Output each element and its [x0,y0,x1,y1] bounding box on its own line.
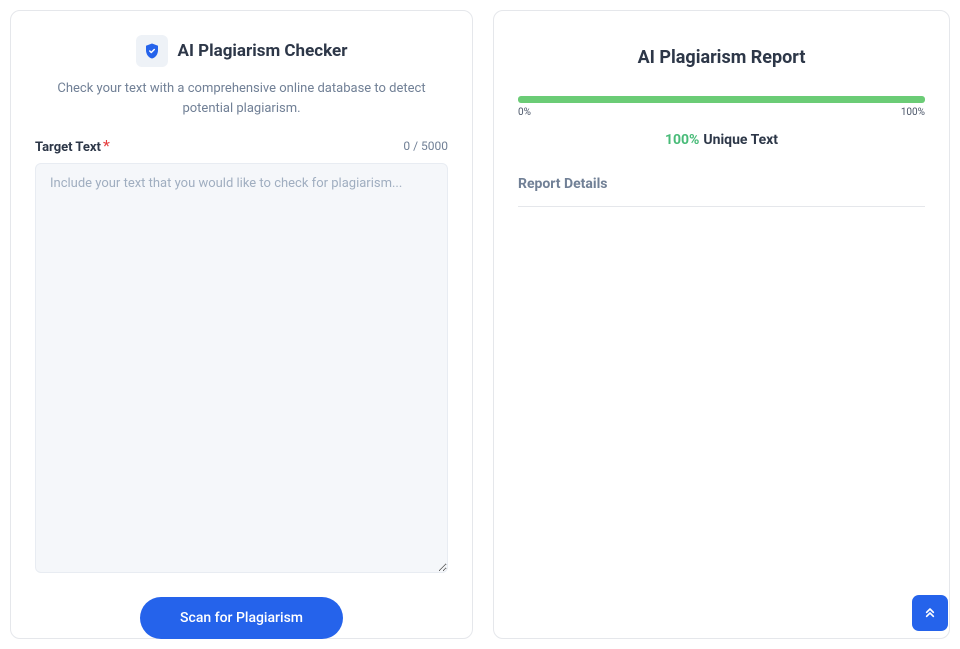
checker-title: AI Plagiarism Checker [178,41,348,61]
shield-check-icon [143,42,161,60]
button-row: Scan for Plagiarism [35,597,448,639]
char-count: 0 / 5000 [403,139,448,153]
report-details-title: Report Details [518,176,925,207]
progress-min-label: 0% [518,107,531,118]
checker-subtitle: Check your text with a comprehensive onl… [35,79,448,118]
unique-text-row: 100%Unique Text [518,132,925,148]
target-text-label-wrapper: Target Text* [35,136,110,155]
report-title: AI Plagiarism Report [518,47,925,68]
scroll-to-top-button[interactable] [912,595,948,631]
field-label-row: Target Text* 0 / 5000 [35,136,448,155]
progress-labels: 0% 100% [518,107,925,118]
chevron-double-up-icon [922,605,938,621]
scan-button[interactable]: Scan for Plagiarism [140,597,343,639]
shield-icon-box [136,35,168,67]
unique-percent: 100% [665,132,699,148]
unique-label: Unique Text [703,132,778,148]
progress-max-label: 100% [901,107,925,118]
progress-wrapper: 0% 100% [518,96,925,118]
checker-panel: AI Plagiarism Checker Check your text wi… [10,10,473,639]
required-indicator: * [103,136,110,155]
report-panel: AI Plagiarism Report 0% 100% 100%Unique … [493,10,950,639]
target-text-input[interactable] [35,163,448,573]
target-text-label: Target Text [35,140,101,155]
progress-bar [518,96,925,103]
checker-header: AI Plagiarism Checker [35,35,448,67]
